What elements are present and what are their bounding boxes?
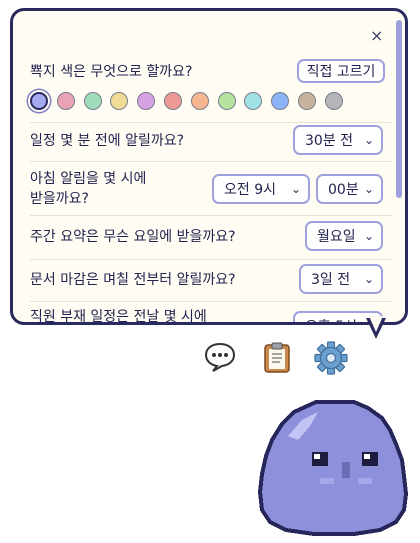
deadline-value: 3일 전 (311, 272, 351, 288)
morning-minute-select[interactable]: 00분 ⌄ (316, 174, 383, 204)
color-swatch[interactable] (298, 92, 316, 110)
color-swatch[interactable] (190, 92, 209, 110)
chat-icon[interactable] (203, 340, 237, 374)
color-swatch[interactable] (83, 92, 102, 110)
chevron-down-icon: ⌄ (363, 272, 374, 286)
color-question: 뾱지 색은 무엇으로 할까요? (30, 64, 193, 80)
reminder-value: 30분 전 (305, 133, 354, 149)
divider (30, 215, 392, 216)
morning-hour-value: 오전 9시 (224, 182, 276, 198)
deadline-question: 문서 마감은 며칠 전부터 알릴까요? (30, 272, 236, 288)
divider (30, 122, 392, 123)
reminder-select[interactable]: 30분 전 ⌄ (293, 125, 383, 155)
settings-panel: × 뾱지 색은 무엇으로 할까요? 직접 고르기 일정 몇 분 전에 알릴까요?… (10, 8, 408, 325)
color-swatch[interactable] (137, 92, 156, 110)
color-swatch[interactable] (271, 92, 290, 110)
morning-question-line1: 아침 알림을 몇 시에 (30, 171, 147, 187)
color-swatch[interactable] (164, 92, 182, 110)
morning-hour-select[interactable]: 오전 9시 ⌄ (212, 174, 310, 204)
chevron-down-icon: ⌄ (363, 182, 374, 196)
close-button[interactable]: × (370, 26, 383, 45)
divider (30, 259, 392, 260)
morning-minute-value: 00분 (328, 182, 359, 198)
divider (30, 161, 392, 162)
clipboard-icon[interactable] (260, 340, 294, 374)
color-swatch[interactable] (324, 92, 343, 110)
weekly-select[interactable]: 월요일 ⌄ (305, 221, 383, 251)
color-swatch[interactable] (217, 92, 236, 110)
mascot-blob[interactable] (257, 396, 409, 540)
chevron-down-icon: ⌄ (290, 182, 301, 196)
bubble-tail-inner (369, 316, 383, 332)
weekly-value: 월요일 (317, 229, 356, 245)
chevron-down-icon: ⌄ (363, 133, 374, 147)
color-swatch[interactable] (56, 92, 75, 110)
absence-question: 직원 부재 일정은 전날 몇 시에 (30, 309, 207, 325)
weekly-question: 주간 요약은 무슨 요일에 받을까요? (30, 229, 236, 245)
morning-question-line2: 받을까요? (30, 191, 89, 207)
color-swatch[interactable] (30, 92, 48, 110)
deadline-select[interactable]: 3일 전 ⌄ (299, 264, 383, 294)
chevron-down-icon: ⌄ (363, 229, 374, 243)
reminder-question: 일정 몇 분 전에 알릴까요? (30, 133, 185, 149)
gear-icon[interactable] (313, 340, 348, 375)
absence-value: 오후 5시 (305, 316, 357, 322)
pick-color-button[interactable]: 직접 고르기 (297, 59, 385, 83)
color-swatch[interactable] (244, 92, 263, 110)
color-swatch[interactable] (110, 92, 129, 110)
divider (30, 301, 392, 302)
scrollbar-thumb[interactable] (396, 20, 402, 198)
